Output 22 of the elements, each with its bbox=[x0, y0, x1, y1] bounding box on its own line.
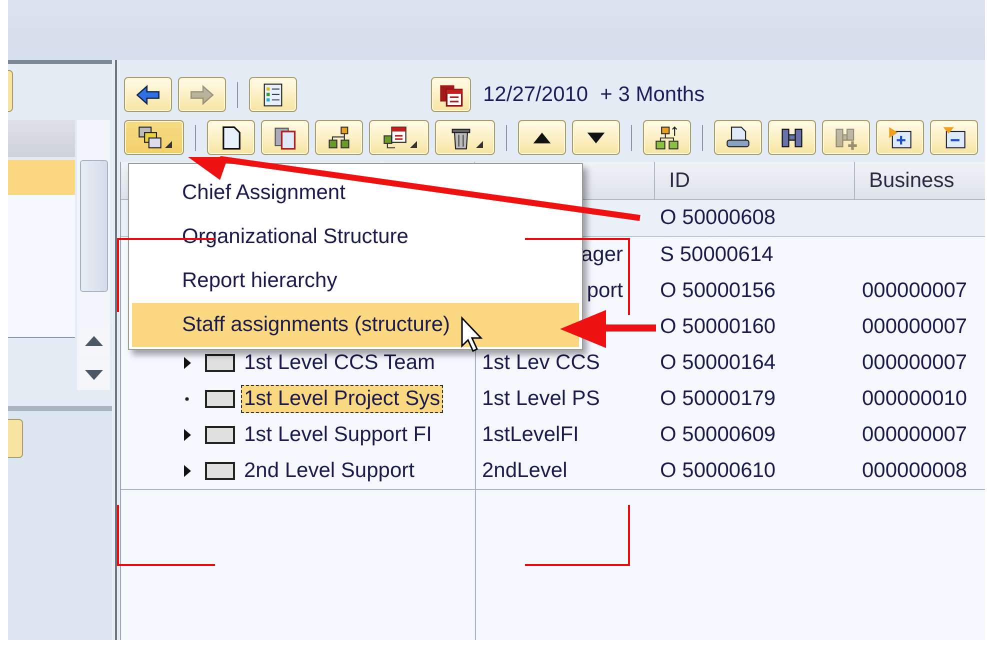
table-cell: 000000007 bbox=[862, 315, 968, 339]
table-cell: ager bbox=[580, 243, 623, 267]
table-cell: 000000007 bbox=[862, 279, 968, 303]
table-cell: port bbox=[586, 279, 623, 303]
date-text: 12/27/2010 bbox=[483, 82, 588, 106]
table-cell: O 50000164 bbox=[660, 351, 776, 375]
table-cell: 000000008 bbox=[862, 459, 968, 483]
table-cell: 2ndLevel bbox=[482, 459, 568, 483]
table-cell: S 50000614 bbox=[660, 243, 774, 267]
table-cell: O 50000610 bbox=[660, 459, 776, 483]
table-cell: 1stLevelFI bbox=[482, 423, 579, 447]
table-cell: O 50000160 bbox=[660, 315, 776, 339]
table-cell: 000000007 bbox=[862, 351, 968, 375]
table-cell: 000000007 bbox=[862, 423, 968, 447]
table-cell: 1st Lev CCS bbox=[482, 351, 600, 375]
range-text: + 3 Months bbox=[600, 82, 705, 106]
table-cell: O 50000609 bbox=[660, 423, 776, 447]
table-cell: 000000010 bbox=[862, 387, 968, 411]
table-cell: O 50000179 bbox=[660, 387, 776, 411]
table-cell: O 50000608 bbox=[660, 206, 776, 230]
table-cell: 1st Level PS bbox=[482, 387, 600, 411]
table-cell: O 50000156 bbox=[660, 279, 776, 303]
